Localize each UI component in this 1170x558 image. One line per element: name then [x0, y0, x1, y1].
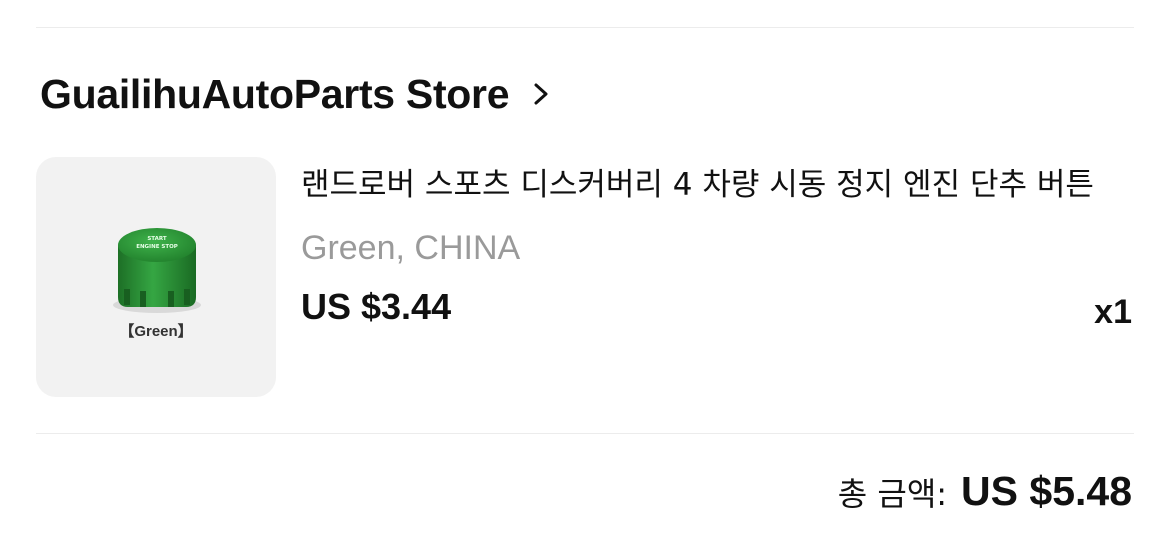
svg-text:ENGINE STOP: ENGINE STOP	[136, 244, 178, 250]
total-label: 총 금액:	[837, 475, 948, 513]
image-variant-label: 【Green】	[119, 323, 193, 340]
chevron-right-icon	[534, 83, 548, 105]
product-thumbnail[interactable]: START ENGINE STOP 【Green】	[36, 157, 276, 397]
order-total: 총 금액: US $5.48	[838, 468, 1132, 515]
total-value: US $5.48	[961, 468, 1132, 514]
store-name: GuailihuAutoParts Store	[40, 71, 510, 117]
store-header-link[interactable]: GuailihuAutoParts Store	[40, 66, 553, 122]
svg-text:START: START	[147, 236, 167, 242]
product-price: US $3.44	[301, 286, 452, 327]
start-stop-button-image: START ENGINE STOP	[113, 228, 201, 313]
product-variant: Green, CHINA	[301, 229, 521, 267]
top-divider	[36, 27, 1134, 28]
bottom-divider	[36, 433, 1134, 434]
product-title[interactable]: 랜드로버 스포츠 디스커버리 4 차량 시동 정지 엔진 단추 버튼	[301, 160, 1121, 210]
product-quantity: x1	[1094, 293, 1132, 331]
